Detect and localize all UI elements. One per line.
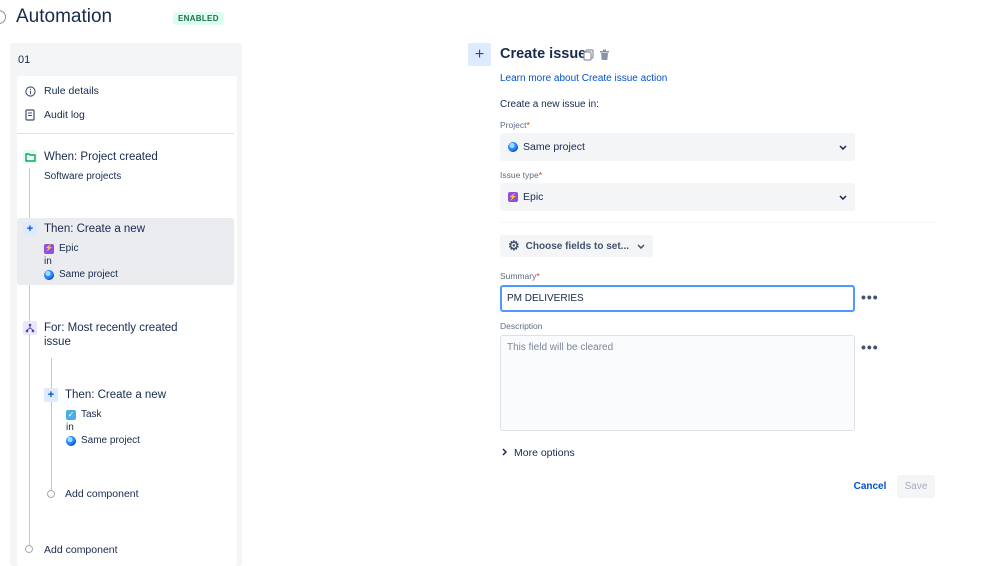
copy-icon[interactable] [583,48,594,66]
cancel-button[interactable]: Cancel [848,476,892,497]
project-avatar-icon [66,435,76,446]
action-type-icon: + [468,43,491,66]
issue-type-select-value: Epic [523,191,544,203]
action2-issue-type-label: Task [81,409,102,420]
project-field-label: Project* [500,120,530,130]
panel-collapse-handle[interactable] [0,10,6,24]
action2-project-label: Same project [81,435,140,446]
project-avatar-icon [508,142,518,152]
title-actions [583,48,610,66]
folder-icon [23,150,37,164]
add-component-dot[interactable] [25,545,33,553]
epic-icon: ⚡ [44,243,54,254]
action2-project: Same project [66,434,140,447]
audit-log-label: Audit log [44,109,85,121]
issue-type-select[interactable]: ⚡ Epic [500,183,855,211]
action1-issue-type: ⚡ Epic [44,242,78,255]
info-icon [24,85,36,97]
project-select-value: Same project [523,141,585,153]
epic-icon: ⚡ [508,192,518,202]
add-component-outer-button[interactable]: Add component [44,544,118,556]
action1-project: Same project [44,268,118,281]
rule-details-label: Rule details [44,85,99,97]
project-select[interactable]: Same project [500,133,855,161]
action1-issue-type-label: Epic [59,243,79,254]
save-button[interactable]: Save [897,475,935,498]
form-divider [500,222,936,223]
create-in-label: Create a new issue in: [500,99,599,110]
summary-more-actions[interactable]: ••• [861,290,879,304]
learn-more-link[interactable]: Learn more about Create issue action [500,73,667,84]
description-textarea[interactable] [500,335,855,431]
choose-fields-label: Choose fields to set... [525,240,630,252]
chevron-down-icon [839,142,847,153]
gear-icon: ⚙ [508,238,520,253]
plus-icon: + [44,388,58,402]
sidebar-divider [17,133,234,134]
action2-in-label: in [66,422,74,433]
trigger-title[interactable]: When: Project created [44,150,158,164]
action1-project-label: Same project [59,269,118,280]
form-title: Create issue [500,46,587,62]
trigger-subtitle: Software projects [44,171,122,182]
more-options-label: More options [514,447,575,459]
audit-log-link[interactable]: Audit log [24,106,85,124]
chevron-down-icon [839,192,847,203]
trash-icon[interactable] [599,48,610,66]
plus-icon: + [23,222,37,236]
more-options-toggle[interactable]: More options [502,447,575,459]
add-component-inner-button[interactable]: Add component [65,488,139,500]
add-component-dot[interactable] [47,490,55,498]
status-badge: ENABLED [173,12,224,25]
branch-title-line1[interactable]: For: Most recently created [44,321,178,335]
choose-fields-button[interactable]: ⚙ Choose fields to set... [500,235,653,257]
action2-issue-type: ✓ Task [66,408,102,421]
summary-field-label: Summary* [500,271,540,281]
task-icon: ✓ [66,409,76,420]
chevron-right-icon [502,448,508,458]
action2-title[interactable]: Then: Create a new [65,388,166,402]
description-field-label: Description [500,321,543,331]
document-icon [24,109,36,121]
branch-timeline-line [51,358,52,492]
issue-type-field-label: Issue type* [500,170,543,180]
project-avatar-icon [44,269,54,280]
branch-title-line2[interactable]: issue [44,335,71,349]
action1-title[interactable]: Then: Create a new [44,222,145,236]
branch-icon [23,321,37,335]
rule-number: 01 [18,54,31,66]
description-more-actions[interactable]: ••• [861,340,879,354]
rule-details-link[interactable]: Rule details [24,82,99,100]
chevron-down-icon [637,241,645,251]
summary-input[interactable] [500,285,855,312]
page-title: Automation [16,6,113,27]
action1-in-label: in [44,256,52,267]
